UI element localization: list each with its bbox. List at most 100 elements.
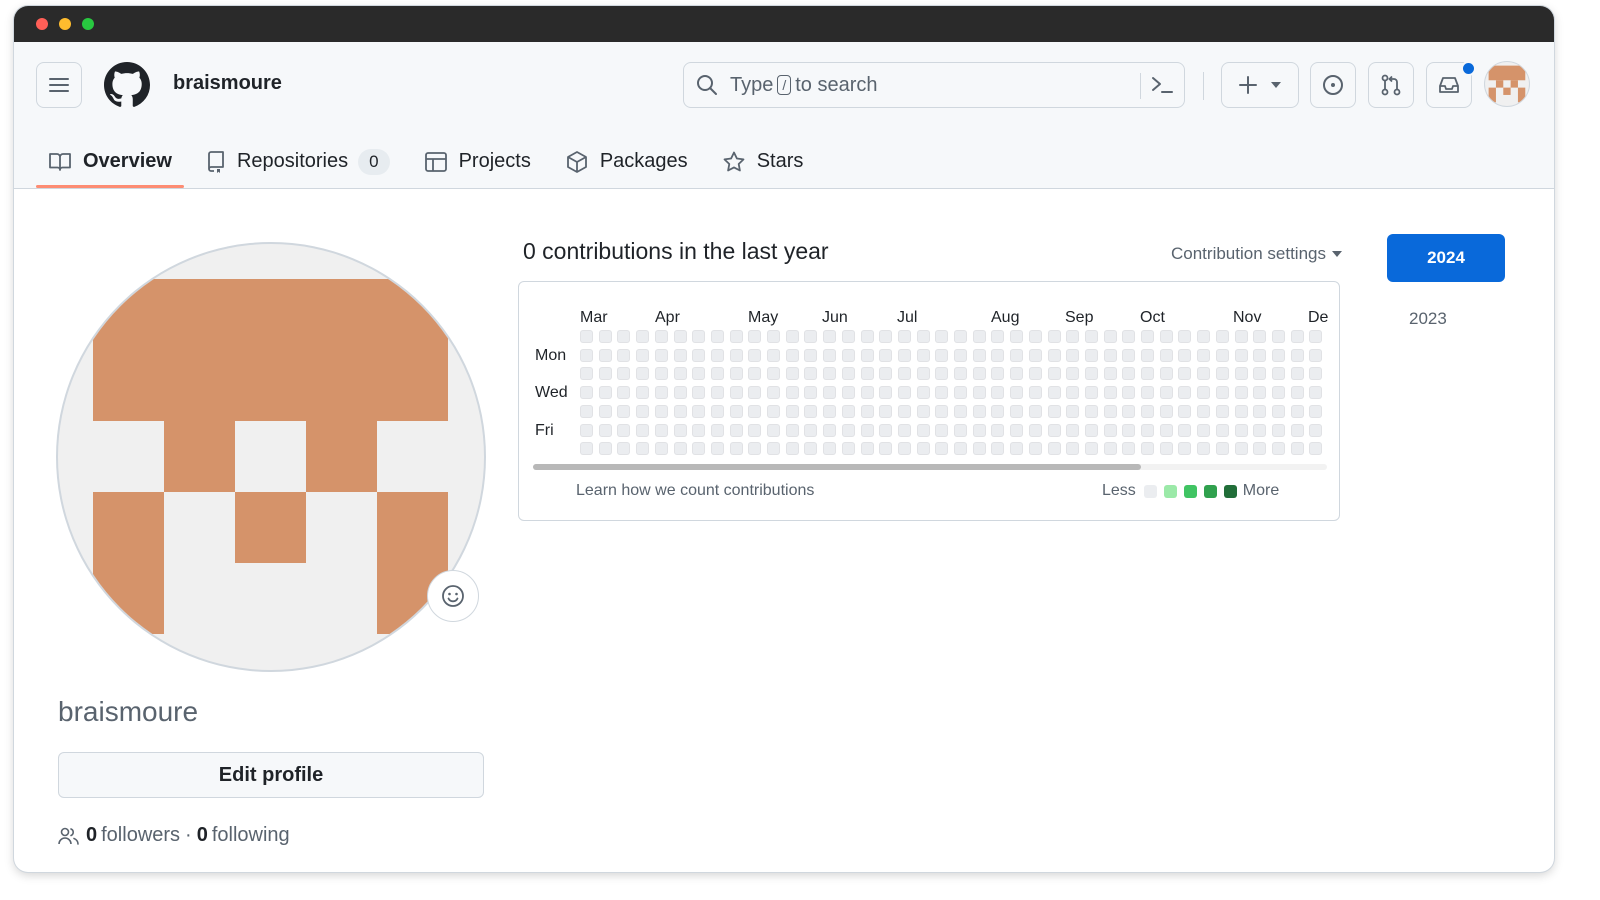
contribution-day[interactable] xyxy=(879,442,892,455)
tab-repositories[interactable]: Repositories 0 xyxy=(194,135,402,188)
contribution-day[interactable] xyxy=(1178,442,1191,455)
contribution-day[interactable] xyxy=(1291,405,1304,418)
contribution-day[interactable] xyxy=(1197,442,1210,455)
contribution-day[interactable] xyxy=(1122,424,1135,437)
contribution-day[interactable] xyxy=(730,386,743,399)
contribution-day[interactable] xyxy=(1235,442,1248,455)
contribution-day[interactable] xyxy=(1253,386,1266,399)
contribution-day[interactable] xyxy=(1010,349,1023,362)
command-palette-icon[interactable] xyxy=(1150,73,1174,103)
contribution-day[interactable] xyxy=(861,405,874,418)
contribution-day[interactable] xyxy=(655,349,668,362)
contribution-day[interactable] xyxy=(1197,405,1210,418)
contribution-day[interactable] xyxy=(935,386,948,399)
contribution-day[interactable] xyxy=(748,349,761,362)
contribution-day[interactable] xyxy=(748,330,761,343)
contribution-day[interactable] xyxy=(954,367,967,380)
minimize-window-button[interactable] xyxy=(59,18,71,30)
following-link[interactable]: 0 following xyxy=(197,824,290,847)
contribution-day[interactable] xyxy=(1178,349,1191,362)
contribution-day[interactable] xyxy=(1272,424,1285,437)
contribution-day[interactable] xyxy=(580,386,593,399)
contribution-day[interactable] xyxy=(1048,330,1061,343)
contribution-day[interactable] xyxy=(617,330,630,343)
user-avatar[interactable] xyxy=(1485,62,1529,106)
menu-button[interactable] xyxy=(36,62,82,108)
contribution-day[interactable] xyxy=(954,386,967,399)
contribution-day[interactable] xyxy=(861,330,874,343)
contribution-day[interactable] xyxy=(692,330,705,343)
contribution-day[interactable] xyxy=(1235,330,1248,343)
contribution-day[interactable] xyxy=(580,349,593,362)
maximize-window-button[interactable] xyxy=(82,18,94,30)
contribution-day[interactable] xyxy=(636,386,649,399)
contribution-day[interactable] xyxy=(1029,405,1042,418)
contribution-day[interactable] xyxy=(1309,405,1322,418)
contribution-day[interactable] xyxy=(1272,386,1285,399)
contribution-day[interactable] xyxy=(1141,442,1154,455)
contribution-day[interactable] xyxy=(823,349,836,362)
contribution-day[interactable] xyxy=(823,442,836,455)
contribution-day[interactable] xyxy=(879,367,892,380)
contribution-day[interactable] xyxy=(1197,367,1210,380)
contribution-day[interactable] xyxy=(1066,330,1079,343)
contribution-day[interactable] xyxy=(1085,442,1098,455)
edit-profile-button[interactable]: Edit profile xyxy=(58,752,484,798)
contribution-day[interactable] xyxy=(1029,330,1042,343)
contribution-day[interactable] xyxy=(879,405,892,418)
contribution-day[interactable] xyxy=(917,349,930,362)
contribution-day[interactable] xyxy=(1010,442,1023,455)
contribution-day[interactable] xyxy=(1048,442,1061,455)
contribution-day[interactable] xyxy=(1029,386,1042,399)
contribution-day[interactable] xyxy=(1235,424,1248,437)
contribution-day[interactable] xyxy=(954,330,967,343)
contribution-day[interactable] xyxy=(1160,442,1173,455)
contribution-day[interactable] xyxy=(1291,330,1304,343)
contribution-day[interactable] xyxy=(674,367,687,380)
contribution-day[interactable] xyxy=(1216,386,1229,399)
contribution-day[interactable] xyxy=(1197,424,1210,437)
contribution-day[interactable] xyxy=(823,367,836,380)
contribution-day[interactable] xyxy=(954,424,967,437)
contribution-day[interactable] xyxy=(1235,349,1248,362)
contribution-day[interactable] xyxy=(973,405,986,418)
search-input[interactable]: Type / to search xyxy=(683,62,1185,108)
contribution-day[interactable] xyxy=(786,442,799,455)
contribution-day[interactable] xyxy=(1197,349,1210,362)
contribution-day[interactable] xyxy=(1160,386,1173,399)
contribution-day[interactable] xyxy=(599,405,612,418)
contribution-day[interactable] xyxy=(842,367,855,380)
contribution-day[interactable] xyxy=(1085,349,1098,362)
contribution-day[interactable] xyxy=(636,405,649,418)
tab-packages[interactable]: Packages xyxy=(553,135,700,188)
contribution-day[interactable] xyxy=(1235,405,1248,418)
contribution-day[interactable] xyxy=(767,405,780,418)
contribution-day[interactable] xyxy=(991,442,1004,455)
contribution-day[interactable] xyxy=(1272,367,1285,380)
contribution-day[interactable] xyxy=(917,442,930,455)
contribution-day[interactable] xyxy=(655,367,668,380)
contribution-day[interactable] xyxy=(580,442,593,455)
contribution-day[interactable] xyxy=(1253,442,1266,455)
contribution-day[interactable] xyxy=(599,367,612,380)
contribution-day[interactable] xyxy=(786,386,799,399)
contribution-day[interactable] xyxy=(617,349,630,362)
contribution-day[interactable] xyxy=(973,349,986,362)
contribution-day[interactable] xyxy=(917,405,930,418)
contribution-day[interactable] xyxy=(1029,367,1042,380)
contribution-day[interactable] xyxy=(580,330,593,343)
contribution-day[interactable] xyxy=(786,367,799,380)
contribution-day[interactable] xyxy=(879,386,892,399)
contribution-day[interactable] xyxy=(636,442,649,455)
contribution-day[interactable] xyxy=(1141,405,1154,418)
contribution-day[interactable] xyxy=(1066,367,1079,380)
contribution-day[interactable] xyxy=(1178,386,1191,399)
contribution-day[interactable] xyxy=(991,386,1004,399)
contribution-day[interactable] xyxy=(804,330,817,343)
contribution-day[interactable] xyxy=(898,349,911,362)
contribution-day[interactable] xyxy=(730,405,743,418)
contribution-day[interactable] xyxy=(1029,442,1042,455)
contribution-day[interactable] xyxy=(954,349,967,362)
contribution-day[interactable] xyxy=(617,367,630,380)
contribution-day[interactable] xyxy=(1066,442,1079,455)
